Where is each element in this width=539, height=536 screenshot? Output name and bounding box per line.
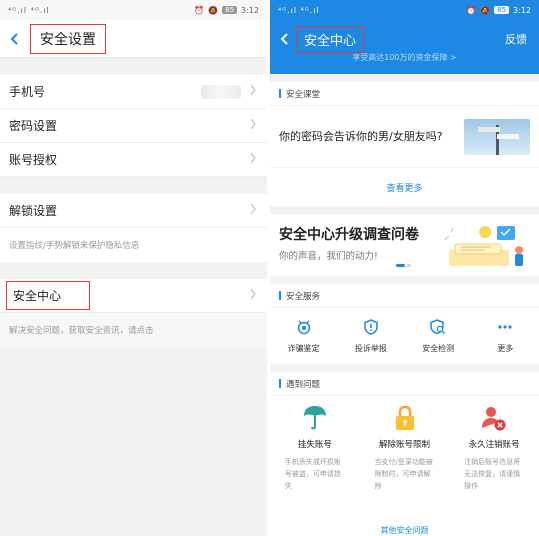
chevron-left-icon bbox=[280, 33, 288, 45]
security-center-screen: ⁴ᴳ.ıl ⁴ᴳ.ıl ⏰ 🔕 85 3:12 安全中心 反馈 享受高达100万… bbox=[270, 0, 539, 536]
header: 安全中心 反馈 享受高达100万的资金保障 > bbox=[270, 20, 539, 74]
phone-row[interactable]: 手机号 bbox=[0, 75, 267, 109]
mute-icon: 🔕 bbox=[208, 5, 219, 15]
chevron-right-icon bbox=[250, 84, 256, 96]
problem-report-loss[interactable]: 挂失账号 手机丢失或坏损账号被盗，可申请挂失 bbox=[270, 402, 360, 516]
chevron-right-icon bbox=[250, 118, 256, 130]
battery-indicator: 85 bbox=[222, 6, 238, 14]
service-fraud-detect[interactable]: 诈骗鉴定 bbox=[270, 318, 337, 354]
status-time: 3:12 bbox=[513, 5, 531, 15]
problem-desc: 手机丢失或坏损账号被盗，可申请挂失 bbox=[284, 458, 341, 490]
service-security-scan[interactable]: 安全检测 bbox=[405, 318, 472, 354]
lock-icon bbox=[393, 402, 417, 434]
auth-label: 账号授权 bbox=[9, 153, 58, 167]
page-title: 安全中心 bbox=[296, 25, 365, 53]
problem-title: 挂失账号 bbox=[297, 440, 332, 450]
problem-unlock-account[interactable]: 解除账号限制 当支付/登录功能被限制时，可申请解除 bbox=[360, 402, 450, 516]
more-dots-icon bbox=[496, 318, 514, 336]
auth-row[interactable]: 账号授权 bbox=[0, 143, 267, 177]
service-more[interactable]: 更多 bbox=[472, 318, 539, 354]
chevron-right-icon bbox=[250, 203, 256, 215]
chevron-left-icon bbox=[10, 32, 18, 45]
security-center-hint: 解决安全问题，获取安全资讯，请点击 bbox=[0, 313, 267, 347]
section-title: 安全课堂 bbox=[270, 82, 539, 106]
service-label: 安全检测 bbox=[422, 344, 455, 353]
view-more-link[interactable]: 查看更多 bbox=[270, 168, 539, 206]
nav-bar: 安全设置 bbox=[0, 20, 267, 58]
page-title: 安全设置 bbox=[30, 23, 106, 54]
service-label: 诈骗鉴定 bbox=[287, 344, 320, 353]
unlock-label: 解锁设置 bbox=[9, 204, 58, 218]
masked-phone-value bbox=[201, 84, 241, 99]
carousel-indicator bbox=[396, 264, 411, 267]
status-bar: ⁴ᴳ.ıl ⁴ᴳ.ıl ⏰ 🔕 85 3:12 bbox=[0, 0, 267, 20]
chevron-right-icon bbox=[250, 288, 256, 300]
survey-banner[interactable]: 安全中心升级调查问卷 你的声音，我们的动力! bbox=[270, 214, 539, 276]
password-label: 密码设置 bbox=[9, 119, 58, 133]
security-scan-icon bbox=[429, 318, 447, 336]
status-time: 3:12 bbox=[241, 5, 259, 15]
signpost-thumbnail bbox=[464, 118, 530, 155]
feedback-button[interactable]: 反馈 bbox=[505, 31, 527, 47]
fraud-detect-icon bbox=[295, 318, 313, 336]
user-remove-icon bbox=[481, 402, 507, 434]
security-center-label: 安全中心 bbox=[6, 281, 90, 310]
problem-desc: 当支付/登录功能被限制时，可申请解除 bbox=[374, 458, 433, 490]
survey-illustration-icon bbox=[444, 226, 523, 266]
security-settings-screen: ⁴ᴳ.ıl ⁴ᴳ.ıl ⏰ 🔕 85 3:12 安全设置 手机号 密码设置 账号… bbox=[0, 0, 267, 536]
service-report[interactable]: 投诉举报 bbox=[337, 318, 404, 354]
lesson-section: 安全课堂 你的密码会告诉你的男/女朋友吗? 查看更多 bbox=[270, 82, 539, 206]
article-title: 你的密码会告诉你的男/女朋友吗? bbox=[279, 130, 443, 143]
problem-title: 解除账号限制 bbox=[379, 440, 431, 450]
report-shield-icon bbox=[362, 318, 380, 336]
mute-icon: 🔕 bbox=[480, 5, 491, 15]
back-button[interactable] bbox=[0, 20, 30, 58]
service-label: 投诉举报 bbox=[354, 344, 387, 353]
umbrella-icon bbox=[302, 402, 328, 434]
alarm-icon: ⏰ bbox=[466, 5, 477, 15]
alarm-icon: ⏰ bbox=[194, 5, 205, 15]
services-section: 安全服务 诈骗鉴定 投诉举报 安全检测 更多 bbox=[270, 284, 539, 364]
unlock-hint: 设置指纹/手势解锁来保护隐私信息 bbox=[0, 228, 267, 262]
other-problems-link[interactable]: 其他安全问题 bbox=[270, 516, 539, 536]
battery-indicator: 85 bbox=[494, 6, 510, 14]
status-bar: ⁴ᴳ.ıl ⁴ᴳ.ıl ⏰ 🔕 85 3:12 bbox=[270, 0, 539, 20]
problem-desc: 注销后账号信息将无法恢复，请谨慎操作 bbox=[464, 458, 521, 490]
problems-section: 遇到问题 挂失账号 手机丢失或坏损账号被盗，可申请挂失 解除账号限制 当支付/登… bbox=[270, 372, 539, 536]
problem-title: 永久注销账号 bbox=[468, 440, 520, 450]
section-title: 遇到问题 bbox=[270, 372, 539, 396]
password-row[interactable]: 密码设置 bbox=[0, 109, 267, 143]
security-center-row[interactable]: 安全中心 bbox=[0, 279, 267, 313]
chevron-right-icon bbox=[250, 152, 256, 164]
signal-indicator: ⁴ᴳ.ıl ⁴ᴳ.ıl bbox=[8, 5, 50, 15]
lesson-article[interactable]: 你的密码会告诉你的男/女朋友吗? bbox=[270, 106, 539, 168]
service-label: 更多 bbox=[497, 344, 514, 353]
section-title: 安全服务 bbox=[270, 284, 539, 308]
unlock-row[interactable]: 解锁设置 bbox=[0, 194, 267, 228]
problem-delete-account[interactable]: 永久注销账号 注销后账号信息将无法恢复，请谨慎操作 bbox=[449, 402, 539, 516]
signal-indicator: ⁴ᴳ.ıl ⁴ᴳ.ıl bbox=[278, 5, 320, 15]
phone-label: 手机号 bbox=[9, 85, 46, 99]
